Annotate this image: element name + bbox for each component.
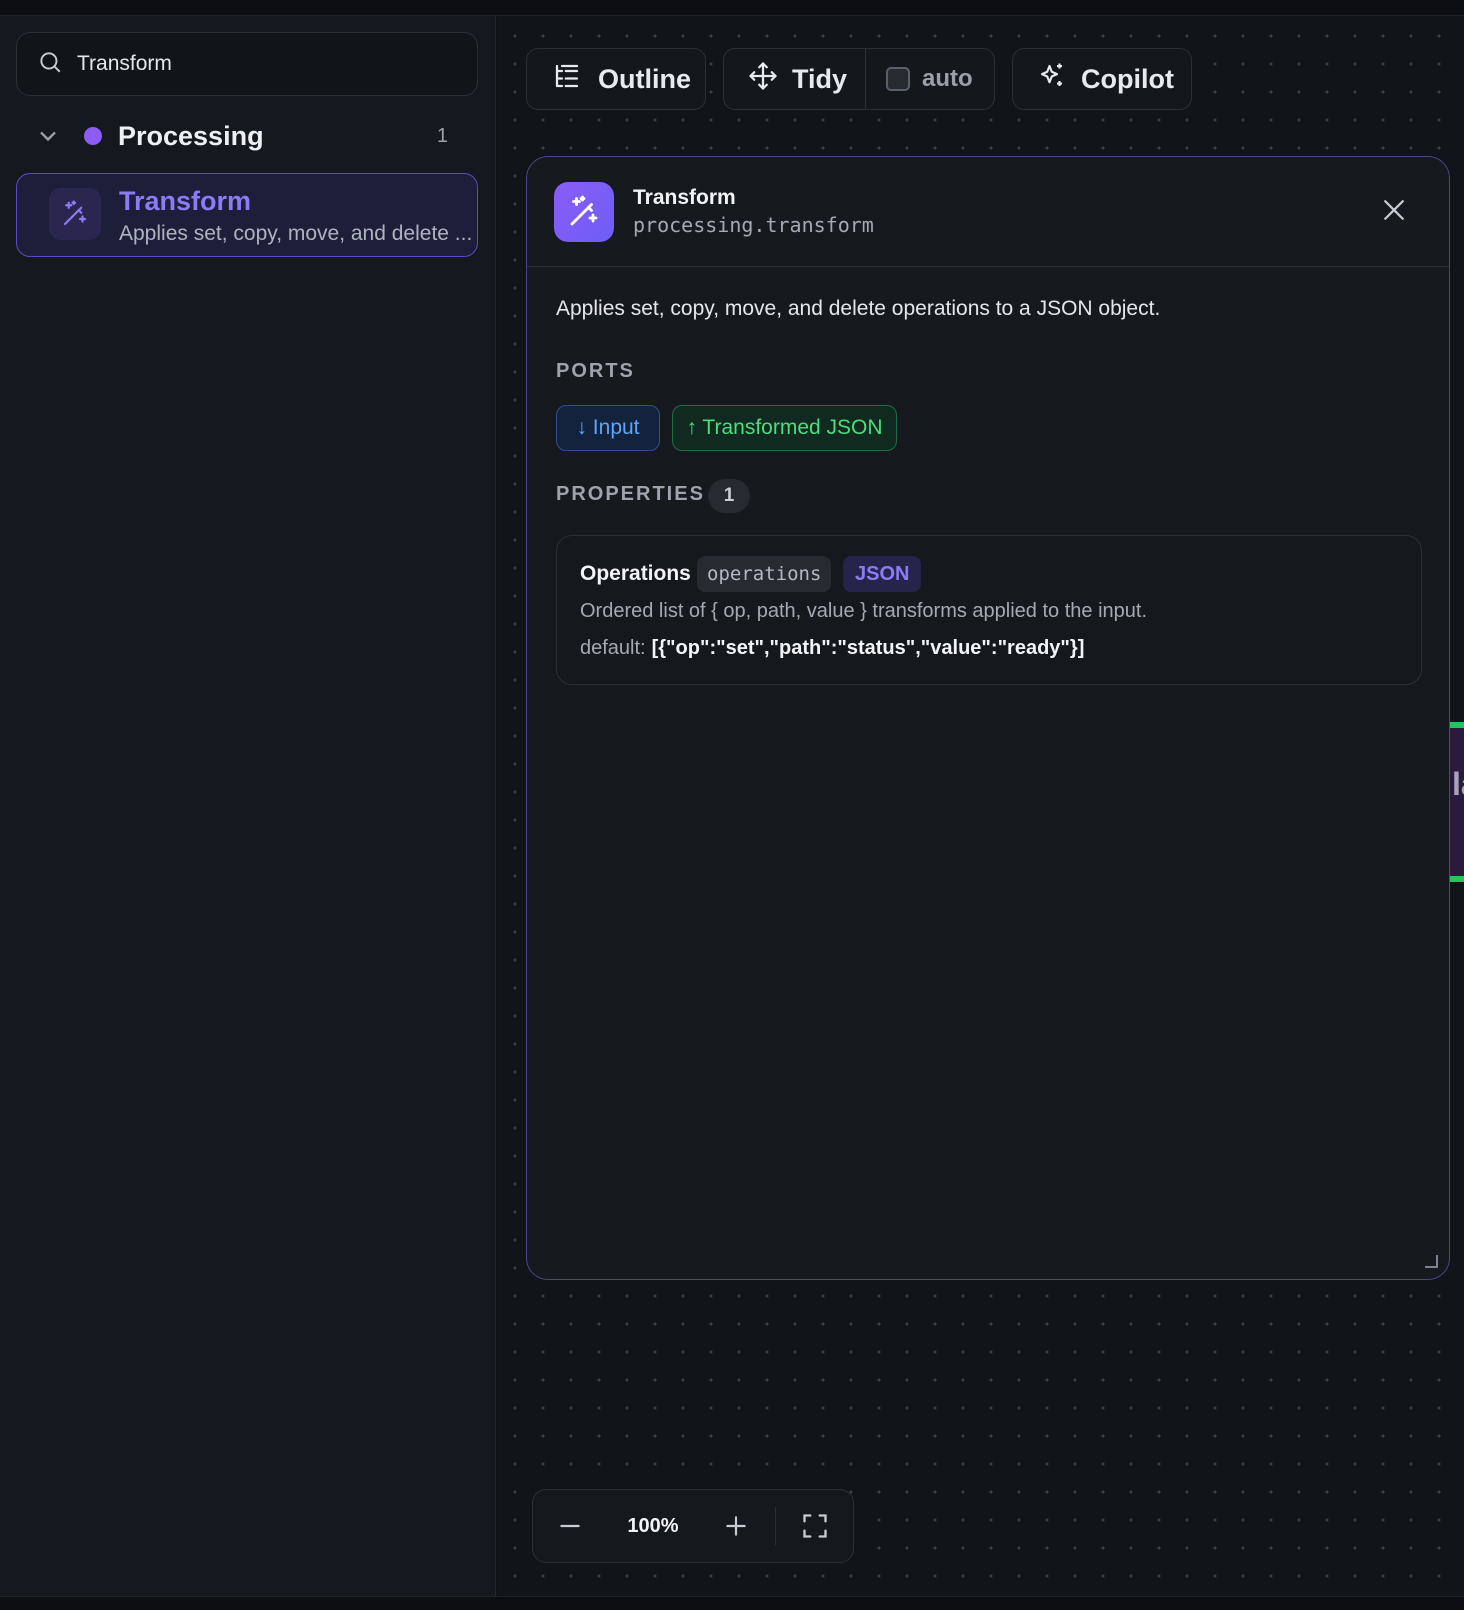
category-label: Processing [118, 120, 264, 151]
zoom-divider [775, 1507, 776, 1545]
move-arrows-icon [748, 61, 778, 98]
property-default-value: [{"op":"set","path":"status","value":"re… [651, 637, 1085, 659]
top-border [0, 0, 1464, 16]
category-color-dot [84, 127, 102, 145]
auto-toggle[interactable]: auto [866, 49, 973, 109]
flow-canvas[interactable]: Outline Tidy auto Copilot la Transform p… [497, 16, 1464, 1596]
panel-description: Applies set, copy, move, and delete oper… [556, 297, 1161, 320]
node-item-title: Transform [119, 186, 252, 216]
property-key: operations [697, 556, 832, 592]
zoom-level: 100% [627, 1514, 679, 1537]
tidy-label: Tidy [792, 63, 848, 94]
copilot-button[interactable]: Copilot [1012, 48, 1192, 110]
tidy-button[interactable]: Tidy [724, 49, 866, 109]
property-default-label: default: [580, 637, 646, 659]
node-item-transform[interactable]: Transform Applies set, copy, move, and d… [16, 173, 478, 257]
magic-wand-icon [49, 188, 101, 240]
properties-count-badge: 1 [708, 479, 750, 513]
resize-handle-icon[interactable] [1421, 1251, 1439, 1269]
bottom-border [0, 1596, 1464, 1610]
property-type-badge: JSON [843, 556, 922, 592]
tidy-group: Tidy auto [723, 48, 995, 110]
panel-node-type: processing.transform [633, 213, 874, 237]
copilot-label: Copilot [1081, 63, 1174, 94]
port-input-badge: ↓ Input [556, 405, 660, 451]
property-name: Operations [580, 562, 691, 585]
property-default: default: [{"op":"set","path":"status","va… [580, 637, 1084, 660]
properties-heading: PROPERTIES [556, 483, 705, 505]
auto-checkbox[interactable] [886, 67, 910, 91]
outline-label: Outline [598, 63, 691, 94]
panel-header: Transform processing.transform [527, 157, 1449, 267]
port-output-badge: ↑ Transformed JSON [672, 405, 897, 451]
sparkles-icon [1037, 61, 1067, 98]
magic-wand-icon [554, 182, 614, 242]
ports-heading: PORTS [556, 360, 635, 382]
node-item-description: Applies set, copy, move, and delete ... [119, 222, 473, 245]
node-detail-panel: Transform processing.transform Applies s… [526, 156, 1450, 1280]
offscreen-node-label: la [1452, 766, 1464, 802]
zoom-out-button[interactable] [555, 1511, 585, 1541]
chevron-down-icon[interactable] [34, 122, 62, 150]
property-card-operations: Operations operations JSON Ordered list … [556, 535, 1422, 685]
zoom-controls: 100% [532, 1489, 854, 1563]
fit-view-button[interactable] [800, 1511, 830, 1541]
search-input[interactable]: Transform [77, 52, 172, 76]
property-description: Ordered list of { op, path, value } tran… [580, 600, 1148, 622]
close-icon[interactable] [1379, 195, 1409, 225]
category-count: 1 [436, 124, 448, 147]
auto-label: auto [922, 65, 973, 92]
outline-icon [552, 61, 582, 98]
panel-title: Transform [633, 186, 736, 209]
search-icon [37, 49, 63, 80]
category-processing[interactable]: Processing 1 [16, 112, 478, 160]
search-field[interactable]: Transform [16, 32, 478, 96]
outline-button[interactable]: Outline [526, 48, 706, 110]
zoom-in-button[interactable] [721, 1511, 751, 1541]
node-library-sidebar: Transform Processing 1 Transform Applies… [0, 16, 496, 1596]
